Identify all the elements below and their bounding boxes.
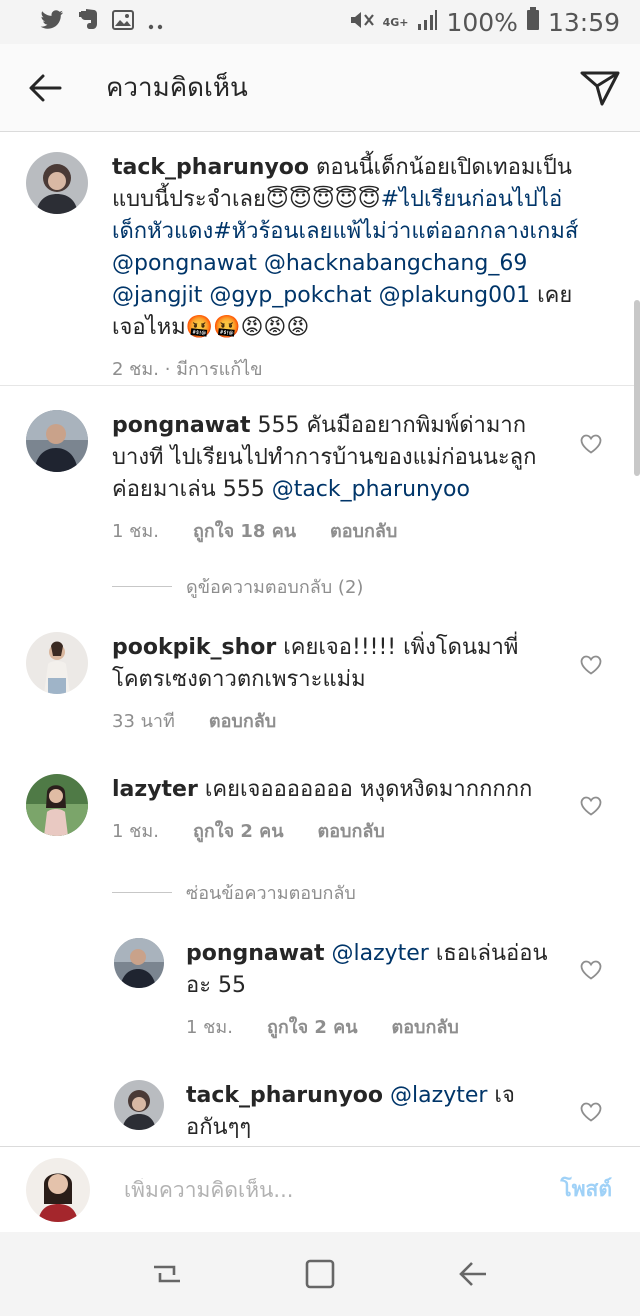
share-button[interactable] [560,44,640,132]
like-count[interactable]: ถูกใจ 18 คน [193,516,296,545]
avatar[interactable] [26,632,88,694]
comment-meta: 1 ชม. ถูกใจ 2 คน ตอบกลับ [112,816,532,845]
heart-icon[interactable] [580,655,602,675]
reply-button[interactable]: ตอบกลับ [209,706,276,735]
network-type: 4G+ [382,15,409,29]
comment-text: pookpik_shor เคยเจอ!!!!! เพิ่งโดนมาพี่ โ… [112,632,566,696]
battery-percent: 100% [446,7,518,37]
caption-username[interactable]: tack_pharunyoo [112,155,309,180]
caption-text: tack_pharunyoo ตอนนี้เด็กน้อยเปิดเทอมเป็… [112,152,586,344]
comment-item: pongnawat 555 คันมืออยากพิมพ์ด่ามาก บางท… [26,410,566,545]
caption-time: 2 ชม. · มีการแก้ไข [112,359,263,380]
post-button[interactable]: โพสต์ [560,1173,612,1206]
reply-username[interactable]: tack_pharunyoo [186,1083,383,1108]
hide-replies-button[interactable]: ซ่อนข้อความตอบกลับ [112,878,356,907]
caption-mentions[interactable]: @pongnawat @hacknabangchang_69 @jangjit … [112,251,530,308]
comment-item: lazyter เคยเจอออออออ หงุดหงิดมากกกกก 1 ช… [26,774,566,845]
app-header: ความคิดเห็น [0,44,640,132]
avatar[interactable] [26,410,88,472]
home-icon [305,1259,335,1289]
avatar[interactable] [26,152,88,214]
twitter-icon [40,8,64,36]
avatar[interactable] [114,938,164,988]
back-nav-icon [459,1262,487,1286]
comment-item: pookpik_shor เคยเจอ!!!!! เพิ่งโดนมาพี่ โ… [26,632,566,735]
battery-icon [526,7,540,37]
like-count[interactable]: ถูกใจ 2 คน [267,1012,358,1041]
comment-time: 1 ชม. [112,521,159,542]
reply-button[interactable]: ตอบกลับ [318,816,385,845]
arrow-left-icon [29,74,62,101]
comment-meta: 33 นาที ตอบกลับ [112,706,566,735]
status-bar: 4G+ 100% 13:59 [0,0,640,44]
heart-icon[interactable] [580,1102,602,1122]
comment-text: pongnawat 555 คันมืออยากพิมพ์ด่ามาก บางท… [112,410,566,506]
evernote-icon [78,8,98,36]
avatar[interactable] [114,1080,164,1130]
comment-time: 1 ชม. [112,821,159,842]
comment-body: เคยเจอออออออ หงุดหงิดมากกกกก [204,777,533,802]
scrollbar[interactable] [634,300,640,476]
comment-text: lazyter เคยเจอออออออ หงุดหงิดมากกกกก [112,774,532,806]
avatar[interactable] [26,774,88,836]
reply-item: tack_pharunyoo @lazyter เจอกันๆๆ [114,1080,554,1144]
image-icon [112,8,134,36]
reply-button[interactable]: ตอบกลับ [392,1012,459,1041]
reply-mention[interactable]: @lazyter [331,941,428,966]
comment-compose-bar: โพสต์ [0,1146,640,1232]
comment-mention[interactable]: @tack_pharunyoo [272,477,470,502]
reply-time: 1 ชม. [186,1017,233,1038]
home-button[interactable] [290,1244,350,1304]
heart-icon[interactable] [580,796,602,816]
heart-icon[interactable] [580,434,602,454]
view-replies-button[interactable]: ดูข้อความตอบกลับ (2) [112,572,363,601]
heart-icon[interactable] [580,960,602,980]
caption-divider [0,385,640,386]
hide-replies-label: ซ่อนข้อความตอบกลับ [186,883,356,904]
reply-mention[interactable]: @lazyter [390,1083,487,1108]
mute-icon [349,8,375,37]
back-button[interactable] [0,44,90,132]
reply-item: pongnawat @lazyter เธอเล่นอ่อนอะ 55 1 ชม… [114,938,554,1041]
reply-username[interactable]: pongnawat [186,941,324,966]
clock: 13:59 [547,7,620,37]
caption: tack_pharunyoo ตอนนี้เด็กน้อยเปิดเทอมเป็… [26,152,586,383]
comment-meta: 1 ชม. ถูกใจ 18 คน ตอบกลับ [112,516,566,545]
reply-text: tack_pharunyoo @lazyter เจอกันๆๆ [186,1080,554,1144]
more-dots-icon [148,8,164,36]
reply-meta: 1 ชม. ถูกใจ 2 คน ตอบกลับ [186,1012,554,1041]
system-nav-bar [0,1232,640,1316]
view-replies-label: ดูข้อความตอบกลับ (2) [186,577,364,598]
comment-username[interactable]: pongnawat [112,413,250,438]
replies-divider [112,892,172,893]
page-title: ความคิดเห็น [106,73,248,103]
reply-button[interactable]: ตอบกลับ [330,516,397,545]
comment-username[interactable]: pookpik_shor [112,635,276,660]
caption-meta: 2 ชม. · มีการแก้ไข [112,354,586,383]
current-user-avatar [26,1157,90,1222]
like-count[interactable]: ถูกใจ 2 คน [193,816,284,845]
replies-divider [112,586,172,587]
comment-username[interactable]: lazyter [112,777,198,802]
paper-plane-icon [580,71,620,105]
reply-text: pongnawat @lazyter เธอเล่นอ่อนอะ 55 [186,938,554,1002]
recent-apps-button[interactable] [137,1244,197,1304]
back-nav-button[interactable] [443,1244,503,1304]
recent-apps-icon [153,1265,180,1283]
comment-time: 33 นาที [112,711,175,732]
signal-icon [416,8,438,37]
comment-input[interactable] [124,1177,504,1202]
